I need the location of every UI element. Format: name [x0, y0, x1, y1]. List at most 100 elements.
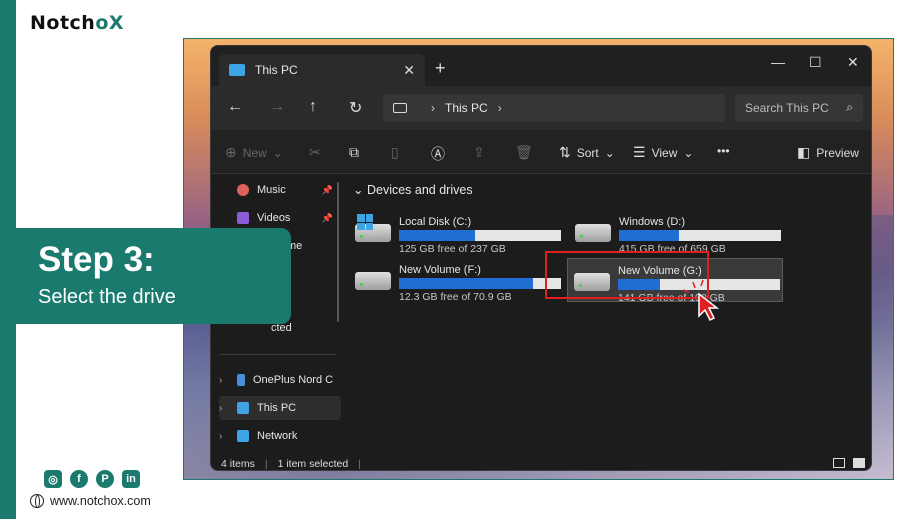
share-icon: ⇪	[473, 144, 485, 160]
back-button[interactable]: ←	[227, 98, 243, 116]
copy-button[interactable]: ⧉	[349, 144, 359, 161]
drive-usage-fill	[399, 230, 476, 241]
tab-this-pc[interactable]: This PC ✕	[219, 54, 425, 86]
trash-icon: 🗑	[515, 144, 533, 160]
paste-button[interactable]: ▯	[391, 144, 399, 161]
facebook-icon[interactable]: f	[70, 470, 88, 488]
refresh-button[interactable]: ↻	[349, 98, 362, 118]
title-bar: This PC ✕ + — ☐ ✕	[211, 46, 871, 86]
copy-icon: ⧉	[349, 144, 359, 160]
section-devices-and-drives[interactable]: ⌄ Devices and drives	[353, 182, 473, 197]
sort-button[interactable]: ⇅ Sort ⌄	[559, 144, 615, 161]
sidebar-item-oneplus[interactable]: › OnePlus Nord C	[219, 368, 341, 392]
chevron-right-icon[interactable]: ›	[219, 431, 222, 442]
sidebar-divider	[219, 354, 337, 355]
drive-usage-bar	[619, 230, 781, 241]
tiles-view-icon[interactable]	[853, 458, 865, 468]
drive-usage-fill	[399, 278, 534, 289]
minimize-button[interactable]: —	[771, 54, 785, 70]
pinterest-icon[interactable]: P	[96, 470, 114, 488]
website-url: www.notchox.com	[50, 494, 151, 508]
phone-icon	[237, 374, 245, 386]
sidebar-item-network[interactable]: › Network	[219, 424, 341, 448]
pin-icon: 📌	[321, 184, 333, 195]
drive-c[interactable]: Local Disk (C:) 125 GB free of 237 GB	[349, 210, 565, 255]
details-view-icon[interactable]	[833, 458, 845, 468]
step-subtitle: Select the drive	[38, 286, 176, 308]
this-pc-icon	[229, 64, 245, 76]
chevron-down-icon: ⌄	[272, 145, 283, 160]
new-tab-button[interactable]: +	[435, 58, 446, 79]
more-options-button[interactable]: •••	[717, 144, 730, 158]
maximize-button[interactable]: ☐	[809, 54, 822, 71]
address-field[interactable]: › This PC ›	[383, 94, 725, 122]
search-placeholder: Search This PC	[745, 101, 829, 115]
tutorial-slide: NotchoX This PC ✕ + — ☐ ✕ ← → ↑ ↻ › This…	[0, 0, 922, 519]
clipboard-icon: ▯	[391, 144, 399, 160]
close-tab-icon[interactable]: ✕	[403, 62, 415, 79]
windows-logo-icon	[357, 214, 373, 230]
file-explorer-window: This PC ✕ + — ☐ ✕ ← → ↑ ↻ › This PC › Se…	[210, 45, 872, 471]
sidebar-item-videos[interactable]: Videos 📌	[219, 206, 341, 230]
hard-drive-icon	[575, 224, 611, 242]
status-separator: |	[358, 458, 361, 470]
drive-name: Windows (D:)	[619, 216, 686, 228]
sidebar-item-music[interactable]: Music 📌	[219, 178, 341, 202]
network-icon	[237, 430, 249, 442]
item-count: 4 items	[221, 458, 255, 470]
rename-icon: Ⓐ	[431, 146, 445, 162]
videos-icon	[237, 212, 249, 224]
brand-logo: NotchoX	[30, 12, 125, 34]
up-button[interactable]: ↑	[309, 98, 317, 116]
drive-free-space: 125 GB free of 237 GB	[399, 243, 506, 255]
share-button[interactable]: ⇪	[473, 144, 485, 161]
chevron-down-icon: ⌄	[604, 145, 615, 160]
instagram-icon[interactable]: ◎	[44, 470, 62, 488]
tab-title: This PC	[255, 63, 298, 77]
drive-name: Local Disk (C:)	[399, 216, 472, 228]
view-icon: ☰	[633, 144, 646, 160]
drive-usage-fill	[619, 230, 679, 241]
preview-button[interactable]: ◧ Preview	[797, 144, 859, 161]
click-cursor-icon	[682, 279, 720, 322]
chevron-right-icon[interactable]: ›	[219, 375, 222, 386]
globe-icon	[30, 494, 44, 508]
sidebar-scrollbar[interactable]	[337, 182, 339, 322]
drive-usage-bar	[399, 230, 561, 241]
forward-button[interactable]: →	[269, 98, 285, 116]
new-button[interactable]: ⊕ New ⌄	[225, 144, 283, 161]
chevron-down-icon: ⌄	[353, 183, 364, 197]
plus-circle-icon: ⊕	[225, 144, 237, 160]
drives-pane: ⌄ Devices and drives Local Disk (C:) 125…	[347, 174, 871, 460]
command-bar: ⊕ New ⌄ ✂ ⧉ ▯ Ⓐ ⇪ 🗑 ⇅ Sort ⌄ ☰ View ⌄ ••• ◧ Pre…	[211, 130, 871, 174]
linkedin-icon[interactable]: in	[122, 470, 140, 488]
hard-drive-icon	[355, 272, 391, 290]
chevron-down-icon: ⌄	[683, 145, 694, 160]
sidebar-item-this-pc[interactable]: › This PC	[219, 396, 341, 420]
website-link[interactable]: www.notchox.com	[30, 494, 151, 508]
close-window-button[interactable]: ✕	[847, 54, 859, 71]
monitor-icon	[393, 103, 407, 113]
search-input[interactable]: Search This PC ⌕	[735, 94, 863, 122]
drive-free-space: 12.3 GB free of 70.9 GB	[399, 291, 512, 303]
chevron-right-icon: ›	[431, 101, 435, 115]
delete-button[interactable]: 🗑	[515, 144, 533, 161]
selected-count: 1 item selected	[277, 458, 349, 470]
rename-button[interactable]: Ⓐ	[431, 144, 445, 164]
drive-d[interactable]: Windows (D:) 415 GB free of 659 GB	[569, 210, 785, 255]
sort-icon: ⇅	[559, 144, 571, 160]
scissors-icon: ✂	[309, 144, 321, 160]
step-title: Step 3:	[38, 240, 155, 279]
address-bar: ← → ↑ ↻ › This PC › Search This PC ⌕	[211, 86, 871, 130]
music-icon	[237, 184, 249, 196]
view-button[interactable]: ☰ View ⌄	[633, 144, 693, 161]
preview-pane-icon: ◧	[797, 144, 811, 160]
status-bar: 4 items | 1 item selected |	[211, 456, 871, 470]
cut-button[interactable]: ✂	[309, 144, 321, 161]
drive-f[interactable]: New Volume (F:) 12.3 GB free of 70.9 GB	[349, 258, 565, 303]
chevron-right-icon[interactable]: ›	[498, 101, 502, 115]
search-icon: ⌕	[846, 100, 853, 114]
drive-usage-bar	[399, 278, 561, 289]
chevron-right-icon[interactable]: ›	[219, 403, 222, 414]
address-location: This PC	[445, 101, 488, 115]
